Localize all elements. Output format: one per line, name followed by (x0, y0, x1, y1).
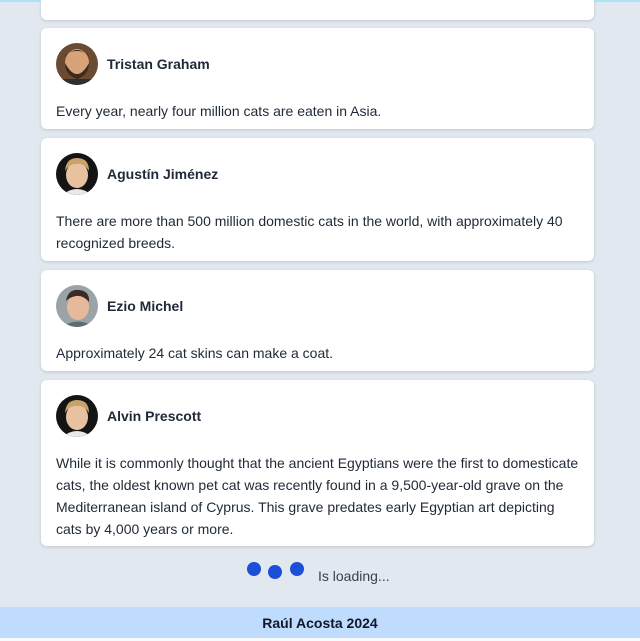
footer-credit: Raúl Acosta 2024 (262, 614, 378, 631)
author-name: Alvin Prescott (107, 408, 202, 424)
author-name: Ezio Michel (107, 298, 184, 314)
post-header: Tristan Graham (56, 42, 579, 86)
post-header: Alvin Prescott (56, 394, 579, 438)
post-text: Approximately 24 cat skins can make a co… (56, 345, 334, 361)
post-card: Agustín Jiménez There are more than 500 … (41, 138, 594, 261)
avatar-man-dark-hair-icon[interactable] (56, 285, 98, 327)
post-header: Ezio Michel (56, 284, 579, 328)
loading-indicator: Is loading... (0, 560, 640, 590)
post-card: Ezio Michel Approximately 24 cat skins c… (41, 270, 594, 371)
previous-post-card (41, 0, 594, 20)
post-text: Every year, nearly four million cats are… (56, 103, 382, 119)
post-text: While it is commonly thought that the an… (56, 455, 579, 537)
author-name: Agustín Jiménez (107, 166, 219, 182)
avatar-man-blond-icon[interactable] (56, 395, 98, 437)
loading-text: Is loading... (318, 568, 390, 584)
post-card: Tristan Graham Every year, nearly four m… (41, 28, 594, 129)
post-text: There are more than 500 million domestic… (56, 213, 563, 251)
post-card: Alvin Prescott While it is commonly thou… (41, 380, 594, 546)
loading-dot-icon (247, 562, 261, 576)
footer: Raúl Acosta 2024 (0, 607, 640, 638)
author-name: Tristan Graham (107, 56, 210, 72)
avatar-man-beard-icon[interactable] (56, 43, 98, 85)
post-header: Agustín Jiménez (56, 152, 579, 196)
avatar-man-blond-icon[interactable] (56, 153, 98, 195)
loading-dot-icon (268, 565, 282, 579)
loading-dot-icon (290, 562, 304, 576)
